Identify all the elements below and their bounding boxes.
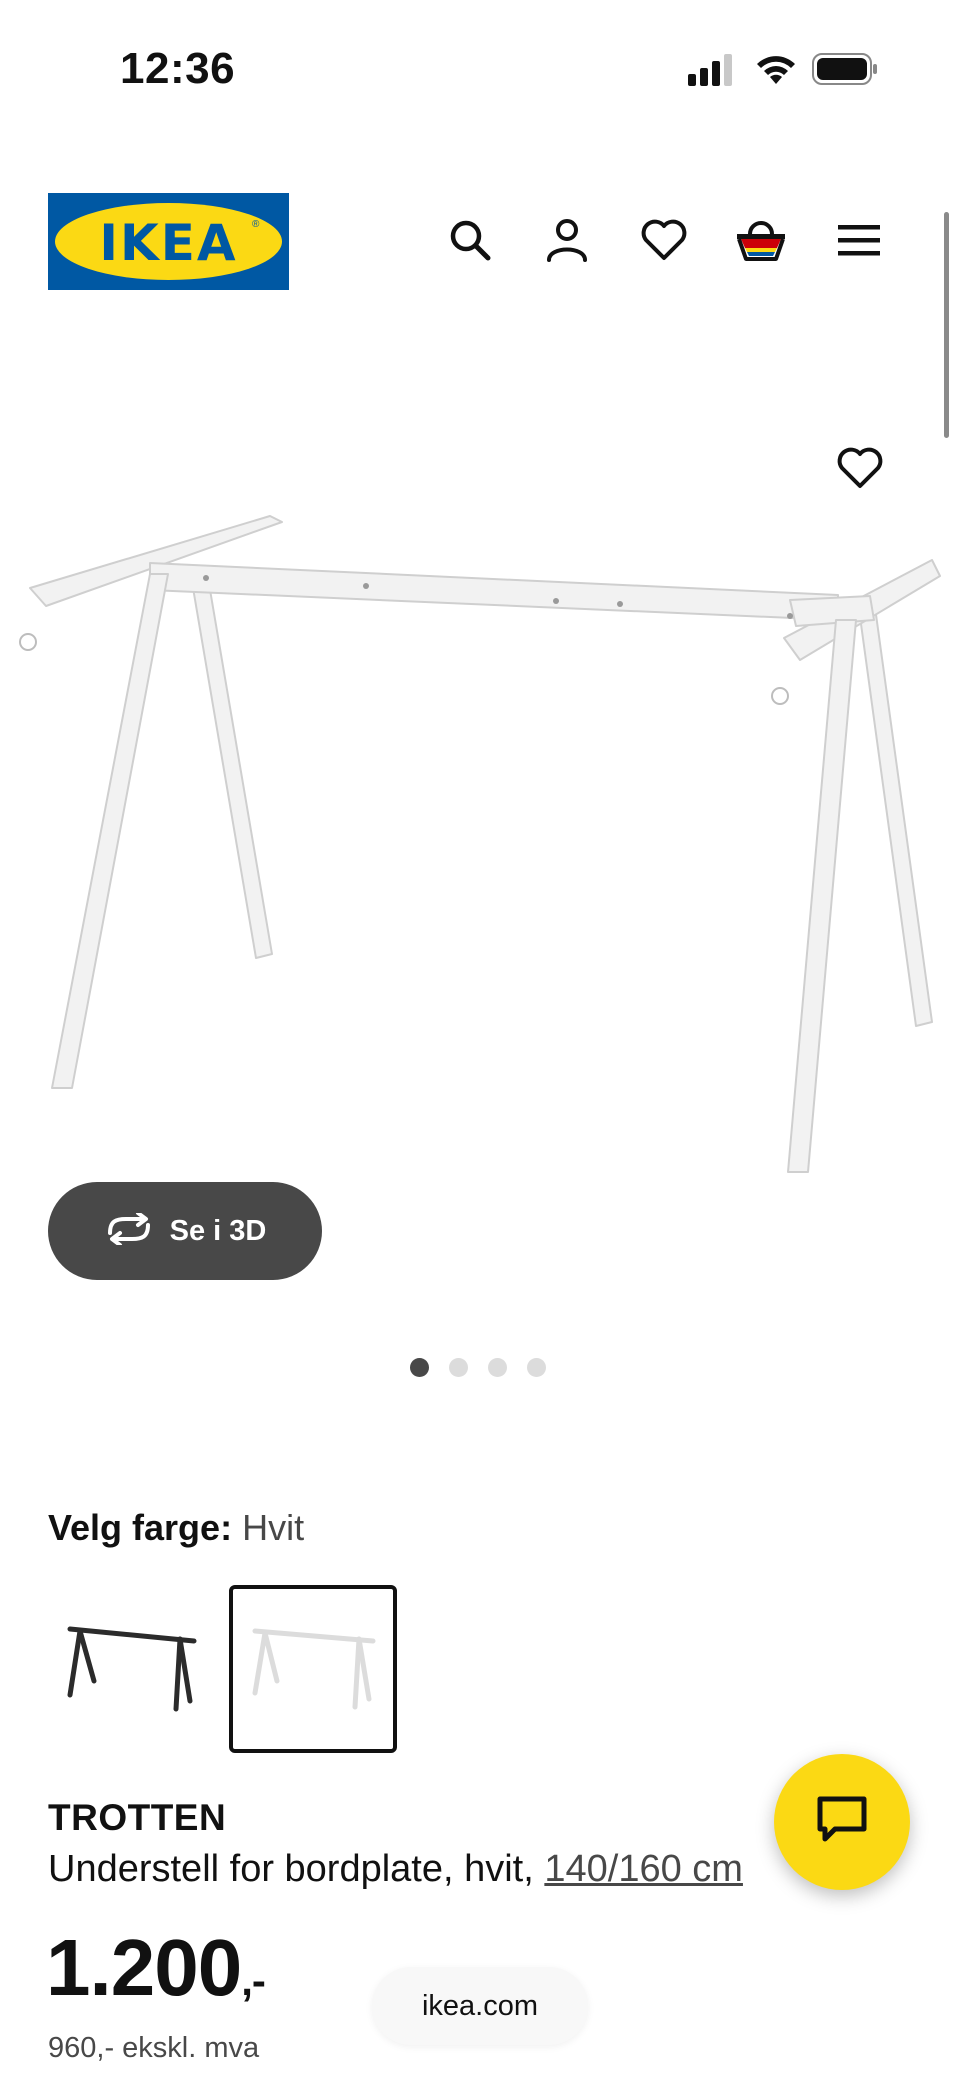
cart-icon[interactable] [731, 210, 791, 270]
heart-icon[interactable] [634, 210, 694, 270]
product-image[interactable] [0, 320, 960, 1200]
ikea-logo[interactable]: IKEA ® [48, 193, 289, 290]
price-excl-vat: 960,- ekskl. mva [48, 2032, 260, 2064]
gallery-dot-4[interactable] [527, 1358, 546, 1377]
product-description-text: Understell for bordplate, hvit, [48, 1848, 545, 1890]
chat-bubble-icon [817, 1796, 867, 1849]
gallery-dot-2[interactable] [449, 1358, 468, 1377]
account-icon[interactable] [537, 210, 597, 270]
gallery-pagination [410, 1358, 546, 1377]
price-suffix: ,- [241, 1957, 266, 2004]
gallery-dot-3[interactable] [488, 1358, 507, 1377]
search-icon[interactable] [440, 210, 500, 270]
colour-option-white[interactable] [229, 1585, 397, 1753]
browser-url-bar[interactable]: ikea.com [372, 1967, 588, 2045]
colour-value: Hvit [242, 1507, 305, 1548]
favourite-product-icon[interactable] [830, 438, 890, 498]
price-main: 1.200 [46, 1923, 242, 2012]
colour-selector-label: Velg farge: Hvit [48, 1507, 304, 1549]
status-time: 12:36 [120, 44, 236, 93]
wifi-icon [755, 52, 797, 91]
chat-button[interactable] [774, 1754, 910, 1890]
view-3d-label: Se i 3D [169, 1214, 267, 1247]
product-description: Understell for bordplate, hvit, 140/160 … [48, 1848, 743, 1891]
size-link[interactable]: 140/160 cm [544, 1848, 743, 1890]
logo-registered-mark: ® [252, 219, 260, 230]
battery-icon [812, 53, 878, 90]
product-price: 1.200,- [46, 1922, 266, 2014]
rotate-3d-icon [104, 1210, 154, 1250]
product-name: TROTTEN [48, 1797, 227, 1838]
colour-option-black[interactable] [48, 1585, 216, 1753]
menu-icon[interactable] [829, 210, 889, 270]
colour-label: Velg farge: [48, 1507, 233, 1548]
view-3d-button[interactable]: Se i 3D [48, 1182, 322, 1280]
cell-signal-icon [688, 54, 734, 91]
gallery-dot-1[interactable] [410, 1358, 429, 1377]
